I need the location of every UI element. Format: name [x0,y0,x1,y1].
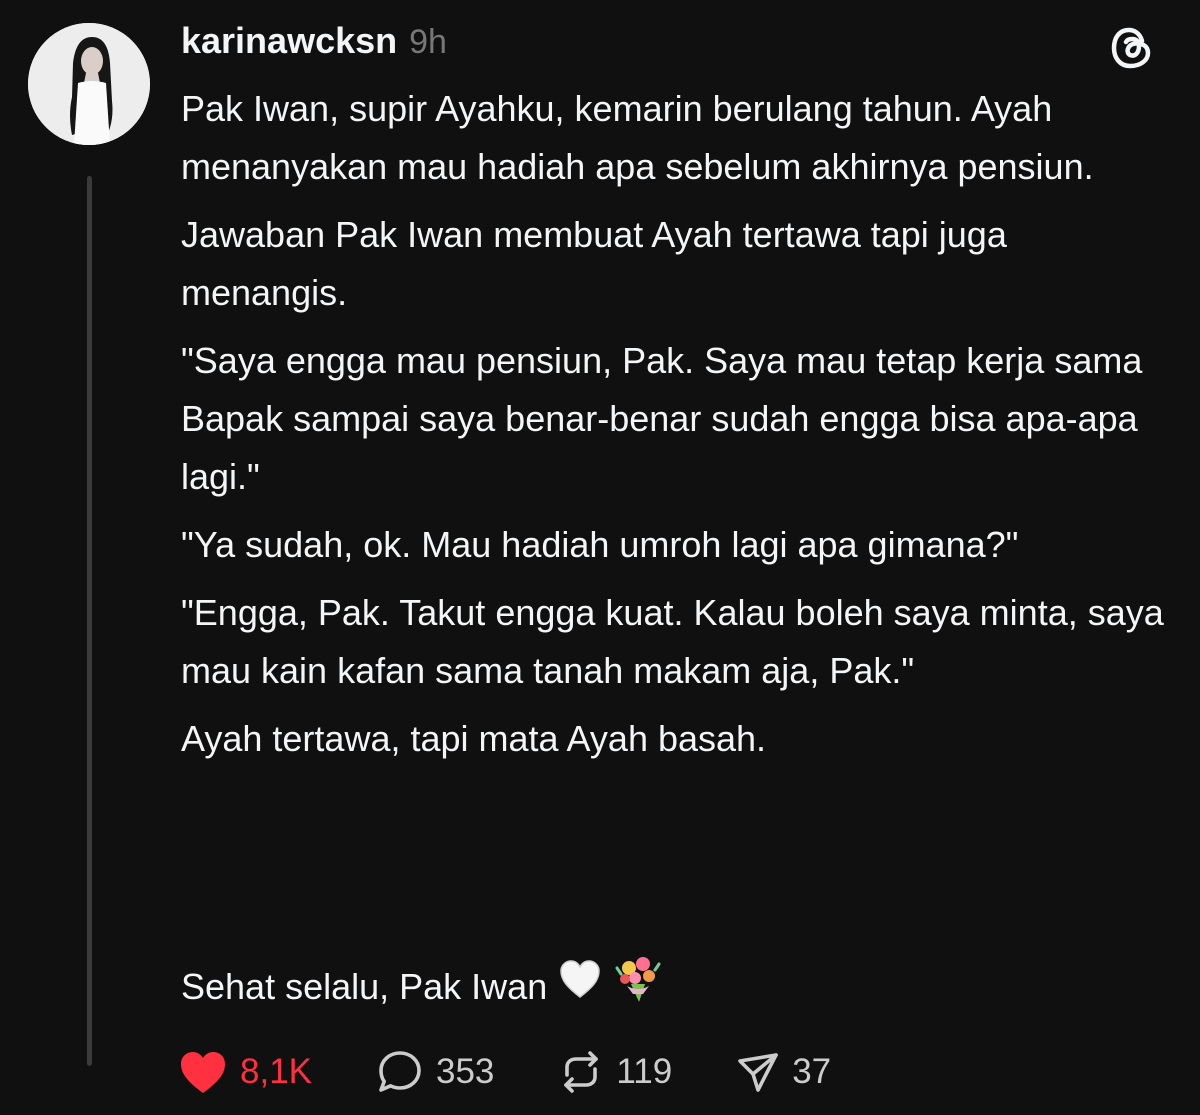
reply-count: 353 [436,1052,495,1091]
post-paragraph: "Engga, Pak. Takut engga kuat. Kalau bol… [181,592,1164,691]
avatar[interactable] [28,23,150,145]
heart-filled-icon [178,1049,228,1095]
like-button[interactable]: 8,1K [178,1049,312,1095]
reply-button[interactable]: 353 [376,1048,494,1096]
thread-line [87,176,92,1066]
share-count: 37 [792,1052,832,1091]
post-paragraph: Pak Iwan, supir Ayahku, kemarin berulang… [181,88,1094,187]
signoff-text: Sehat selalu, Pak Iwan [181,966,548,1007]
username[interactable]: karinawcksn [181,20,397,62]
like-count: 8,1K [240,1052,312,1091]
post-paragraph: "Saya engga mau pensiun, Pak. Saya mau t… [181,340,1143,497]
post-paragraph: Ayah tertawa, tapi mata Ayah basah. [181,718,767,759]
post-actions: 8,1K 353 119 37 [178,1046,895,1098]
speech-bubble-icon [376,1048,424,1096]
post-paragraph: Jawaban Pak Iwan membuat Ayah tertawa ta… [181,214,1007,313]
post-signoff: Sehat selalu, Pak Iwan [181,956,663,1019]
post-header: karinawcksn 9h [181,20,447,70]
post-body: Pak Iwan, supir Ayahku, kemarin berulang… [181,80,1181,778]
bouquet-icon [613,954,663,1021]
repost-button[interactable]: 119 [558,1049,672,1095]
timestamp: 9h [409,23,447,61]
repost-count: 119 [616,1052,673,1091]
repost-arrows-icon [558,1049,604,1095]
post-paragraph: "Ya sudah, ok. Mau hadiah umroh lagi apa… [181,524,1019,565]
threads-logo-icon[interactable] [1108,24,1156,72]
avatar-photo [28,23,150,145]
white-heart-icon [557,956,603,1019]
share-button[interactable]: 37 [736,1050,831,1094]
paper-plane-icon [736,1050,780,1094]
